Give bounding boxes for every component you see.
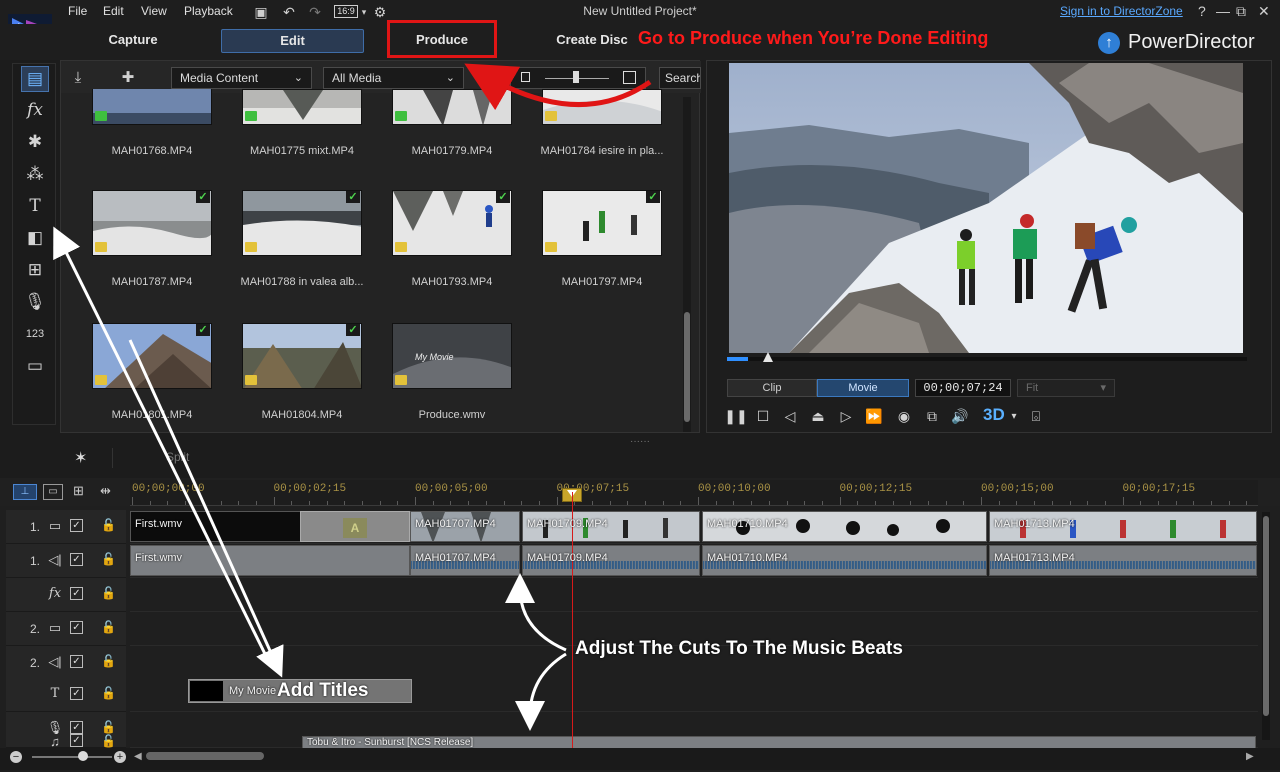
clip-name: MAH01713.MP4 <box>994 552 1075 564</box>
arrow-to-produce <box>464 63 652 111</box>
annotation-cuts: Adjust The Cuts To The Music Beats <box>575 638 903 659</box>
annotation-titles: Add Titles <box>277 680 369 701</box>
clip-name: First.wmv <box>135 518 183 530</box>
arrow-to-title-room <box>53 226 272 665</box>
clip-name: MAH01707.MP4 <box>415 518 496 530</box>
clip-name: My Movie <box>229 685 277 697</box>
clip-name: MAH01707.MP4 <box>415 552 496 564</box>
clip-name: MAH01709.MP4 <box>527 552 608 564</box>
clip-name: MAH01710.MP4 <box>707 552 788 564</box>
arrow-to-title-track <box>128 339 284 678</box>
clip-name: MAH01710.MP4 <box>707 518 788 530</box>
clip-name: Tobu & Itro - Sunburst [NCS Release] <box>307 737 474 748</box>
arrow-to-cut-lower <box>515 652 567 731</box>
arrow-to-cut-upper <box>505 573 567 652</box>
clip-name: First.wmv <box>135 552 183 564</box>
clip-name: MAH01713.MP4 <box>994 518 1075 530</box>
clip-name: MAH01709.MP4 <box>527 518 608 530</box>
